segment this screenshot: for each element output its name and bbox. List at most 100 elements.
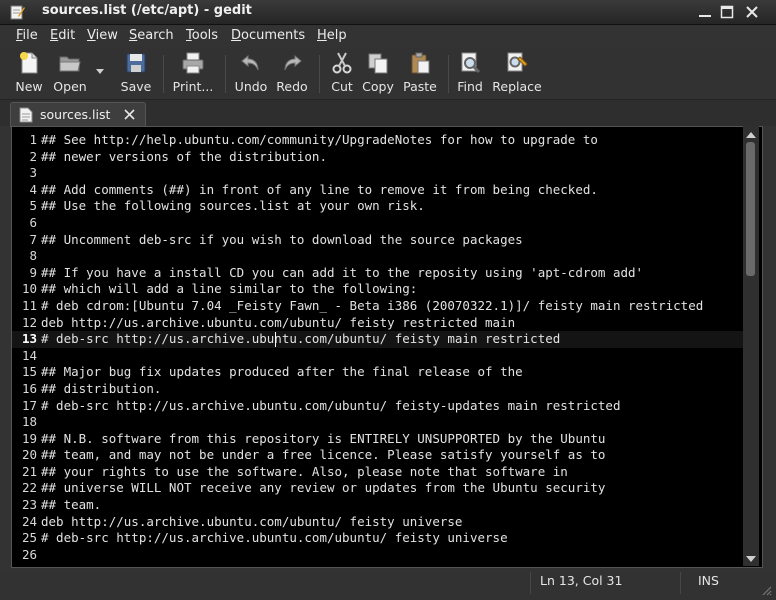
maximize-icon[interactable] — [719, 4, 735, 20]
editor-line[interactable]: 3 — [12, 165, 744, 182]
scrollbar-thumb[interactable] — [746, 142, 755, 276]
line-text[interactable]: ## N.B. software from this repository is… — [41, 431, 605, 448]
menu-view[interactable]: View — [87, 28, 118, 43]
editor-line[interactable]: 5 ## Use the following sources.list at yo… — [12, 198, 744, 215]
editor-line[interactable]: 15 ## Major bug fix updates produced afte… — [12, 364, 744, 381]
line-text[interactable]: ## Add comments (##) in front of any lin… — [41, 182, 598, 199]
editor-line[interactable]: 19 ## N.B. software from this repository … — [12, 431, 744, 448]
menu-tools-label: ools — [191, 28, 219, 43]
clipboard-icon — [411, 52, 430, 74]
undo-button-label: Undo — [234, 79, 268, 94]
editor-line[interactable]: 4 ## Add comments (##) in front of any li… — [12, 182, 744, 199]
cursor-position: Ln 13, Col 31 — [540, 573, 623, 588]
menu-search[interactable]: Search — [129, 28, 174, 43]
text-editor[interactable]: 1 ## See http://help.ubuntu.com/community… — [11, 126, 763, 568]
editor-line[interactable]: 12 deb http://us.archive.ubuntu.com/ubunt… — [12, 315, 744, 332]
open-button[interactable]: Open — [50, 51, 90, 97]
minimize-icon[interactable] — [697, 4, 713, 20]
editor-line[interactable]: 20 ## team, and may not be under a free l… — [12, 447, 744, 464]
editor-line[interactable]: 9 ## If you have a install CD you can add… — [12, 265, 744, 282]
editor-line[interactable]: 10 ## which will add a line similar to th… — [12, 281, 744, 298]
close-tab-icon[interactable] — [124, 109, 135, 120]
tab-sources-list[interactable]: sources.list — [10, 102, 146, 127]
scroll-down-icon[interactable] — [746, 556, 756, 562]
find-button[interactable]: Find — [455, 51, 485, 97]
line-text[interactable]: # deb-src http://us.archive.ubuntu.com/u… — [41, 398, 620, 415]
editor-line[interactable]: 21 ## your rights to use the software. Al… — [12, 464, 744, 481]
editor-line[interactable]: 6 — [12, 215, 744, 232]
menu-edit-label: dit — [58, 28, 76, 43]
editor-line[interactable]: 13 # deb-src http://us.archive.ubuntu.com… — [12, 331, 744, 348]
editor-line[interactable]: 24 deb http://us.archive.ubuntu.com/ubunt… — [12, 514, 744, 531]
cut-button-label: Cut — [331, 79, 353, 94]
menu-bar: File Edit View Search Tools Documents He… — [0, 25, 776, 47]
line-text[interactable]: ## Uncomment deb-src if you wish to down… — [41, 232, 523, 249]
line-text[interactable]: ## If you have a install CD you can add … — [41, 265, 643, 282]
editor-line[interactable]: 7 ## Uncomment deb-src if you wish to dow… — [12, 232, 744, 249]
line-number: 16 — [21, 380, 37, 396]
cut-button[interactable]: Cut — [327, 51, 357, 97]
line-text[interactable]: ## Major bug fix updates produced after … — [41, 364, 523, 381]
paste-button[interactable]: Paste — [401, 51, 439, 97]
editor-line[interactable]: 2 ## newer versions of the distribution. — [12, 149, 744, 166]
menu-edit[interactable]: Edit — [50, 28, 75, 43]
resize-grip-icon[interactable] — [760, 584, 772, 596]
magnifier-icon — [461, 52, 481, 74]
scroll-up-icon[interactable] — [746, 132, 756, 138]
editor-line[interactable]: 16 ## distribution. — [12, 381, 744, 398]
line-number: 24 — [21, 513, 37, 529]
line-text[interactable]: ## newer versions of the distribution. — [41, 149, 327, 166]
editor-line[interactable]: 25 # deb-src http://us.archive.ubuntu.com… — [12, 530, 744, 547]
editor-line[interactable]: 18 — [12, 414, 744, 431]
line-text[interactable]: ## Use the following sources.list at you… — [41, 198, 425, 215]
line-number: 14 — [21, 347, 37, 363]
line-text[interactable]: # deb cdrom:[Ubuntu 7.04 _Feisty Fawn_ -… — [41, 298, 703, 315]
open-button-label: Open — [53, 79, 87, 94]
gedit-icon[interactable] — [9, 4, 25, 20]
copy-button[interactable]: Copy — [361, 51, 395, 97]
save-button-label: Save — [120, 79, 152, 94]
line-text[interactable]: ## See http://help.ubuntu.com/community/… — [41, 132, 598, 149]
menu-tools[interactable]: Tools — [186, 28, 218, 43]
line-number: 7 — [29, 231, 37, 247]
undo-button[interactable]: Undo — [233, 51, 269, 97]
line-text[interactable]: ## which will add a line similar to the … — [41, 281, 417, 298]
line-text[interactable]: # deb-src http://us.archive.ubuntu.com/u… — [41, 331, 560, 348]
line-text[interactable]: ## team, and may not be under a free lic… — [41, 447, 605, 464]
document-tabs: sources.list — [0, 100, 776, 127]
close-window-icon[interactable] — [744, 4, 760, 20]
menu-search-label: earch — [137, 28, 174, 43]
tab-label: sources.list — [40, 107, 111, 122]
menu-documents[interactable]: Documents — [231, 28, 305, 43]
floppy-disk-icon — [126, 53, 146, 73]
menu-file[interactable]: File — [16, 28, 38, 43]
title-bar[interactable]: sources.list (/etc/apt) - gedit — [0, 0, 776, 25]
line-text[interactable]: # deb-src http://us.archive.ubuntu.com/u… — [41, 530, 508, 547]
replace-button[interactable]: Replace — [490, 51, 544, 97]
editor-line[interactable]: 8 — [12, 248, 744, 265]
line-text[interactable]: ## team. — [41, 497, 101, 514]
menu-help[interactable]: Help — [317, 28, 347, 43]
editor-lines[interactable]: 1 ## See http://help.ubuntu.com/community… — [12, 132, 744, 563]
editor-line[interactable]: 17 # deb-src http://us.archive.ubuntu.com… — [12, 398, 744, 415]
line-text[interactable]: deb http://us.archive.ubuntu.com/ubuntu/… — [41, 315, 515, 332]
save-button[interactable]: Save — [118, 51, 154, 97]
line-number: 18 — [21, 414, 37, 430]
line-text[interactable]: ## distribution. — [41, 381, 161, 398]
editor-line[interactable]: 23 ## team. — [12, 497, 744, 514]
editor-line[interactable]: 14 — [12, 348, 744, 365]
line-text[interactable]: ## your rights to use the software. Also… — [41, 464, 568, 481]
vertical-scrollbar[interactable] — [743, 126, 759, 566]
new-button[interactable]: New — [12, 51, 46, 97]
line-text[interactable]: deb http://us.archive.ubuntu.com/ubuntu/… — [41, 514, 462, 531]
editor-line[interactable]: 11 # deb cdrom:[Ubuntu 7.04 _Feisty Fawn_… — [12, 298, 744, 315]
find-button-label: Find — [457, 79, 483, 94]
editor-line[interactable]: 1 ## See http://help.ubuntu.com/community… — [12, 132, 744, 149]
editor-line[interactable]: 22 ## universe WILL NOT receive any revie… — [12, 480, 744, 497]
open-recent-dropdown-icon[interactable] — [96, 69, 104, 74]
redo-button[interactable]: Redo — [274, 51, 310, 97]
editor-line[interactable]: 26 — [12, 547, 744, 564]
line-text[interactable]: ## universe WILL NOT receive any review … — [41, 480, 605, 497]
menu-view-label: iew — [95, 28, 118, 43]
print-button[interactable]: Print... — [170, 51, 216, 97]
